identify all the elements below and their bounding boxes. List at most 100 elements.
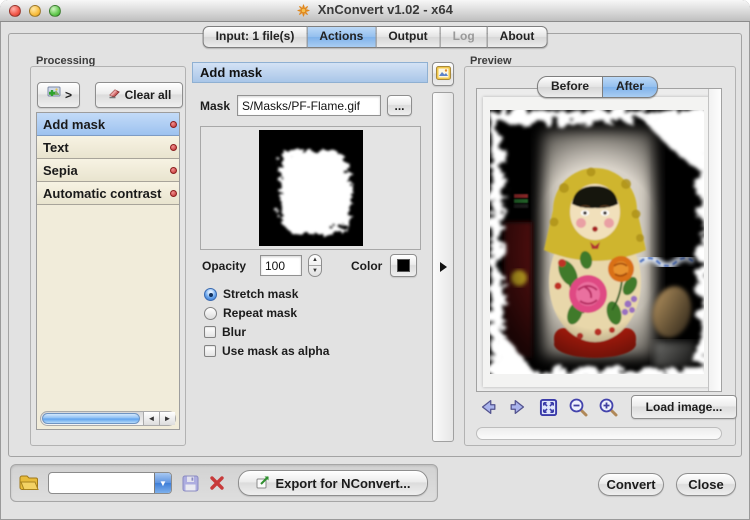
preview-horizontal-scrollbar[interactable] [476, 427, 722, 440]
checkbox-blur[interactable] [204, 326, 216, 338]
preview-image-matte [483, 97, 710, 387]
open-script-button[interactable] [19, 475, 39, 491]
delete-icon [210, 476, 224, 490]
zoom-out-button[interactable] [567, 396, 589, 418]
convert-label: Convert [606, 477, 656, 492]
radio-stretch-mask[interactable] [204, 287, 217, 301]
opacity-label: Opacity [202, 259, 247, 273]
show-image-button[interactable] [432, 62, 454, 86]
mask-preview-frame [200, 126, 421, 250]
list-item-label: Text [43, 139, 69, 155]
list-horizontal-scrollbar[interactable]: ◄ ► [40, 411, 176, 426]
color-label: Color [351, 259, 383, 273]
title-bar: XnConvert v1.02 - x64 [0, 0, 750, 22]
zoom-in-button[interactable] [597, 396, 619, 418]
color-swatch [397, 259, 410, 272]
app-icon [297, 3, 311, 20]
zoom-out-icon [569, 398, 588, 417]
browse-label: ... [394, 98, 405, 113]
export-label: Export for NConvert... [275, 475, 411, 491]
stepper-down-button[interactable]: ▼ [309, 266, 321, 276]
folder-open-icon [19, 475, 39, 490]
next-image-button[interactable] [507, 396, 529, 418]
tab-after[interactable]: After [603, 76, 659, 98]
preview-vertical-scrollbar[interactable] [708, 89, 721, 391]
before-after-tabs: Before After [537, 76, 659, 98]
remove-action-icon[interactable] [170, 121, 177, 128]
clear-all-button[interactable]: Clear all [95, 82, 183, 108]
close-label: Close [688, 477, 724, 492]
tab-before[interactable]: Before [537, 76, 604, 98]
opacity-stepper: ▲ ▼ [308, 254, 322, 277]
option-label: Blur [222, 325, 246, 339]
scroll-left-button[interactable]: ◄ [143, 412, 159, 425]
processing-list: Add mask Text Sepia Automatic contrast ◄… [36, 112, 180, 430]
scroll-right-button[interactable]: ► [159, 412, 175, 425]
list-item-sepia[interactable]: Sepia [37, 159, 179, 182]
load-image-button[interactable]: Load image... [631, 395, 737, 419]
window-title-text: XnConvert v1.02 - x64 [317, 1, 453, 17]
load-image-label: Load image... [645, 400, 723, 414]
list-item-label: Automatic contrast [43, 185, 162, 201]
action-panel-header: Add mask [192, 62, 428, 83]
export-icon [255, 474, 271, 493]
action-panel-title: Add mask [200, 65, 263, 80]
list-item-add-mask[interactable]: Add mask [37, 113, 179, 136]
tab-input[interactable]: Input: 1 file(s) [202, 26, 308, 48]
option-repeat-mask[interactable]: Repeat mask [204, 305, 297, 321]
save-icon [182, 475, 199, 491]
convert-button[interactable]: Convert [598, 473, 664, 496]
export-nconvert-button[interactable]: Export for NConvert... [238, 470, 428, 496]
option-label: Repeat mask [223, 306, 298, 320]
remove-action-icon[interactable] [170, 190, 177, 197]
add-action-button[interactable]: > [37, 82, 80, 108]
mask-thumbnail [258, 130, 363, 246]
script-combobox[interactable]: ▼ [48, 472, 172, 494]
radio-repeat-mask[interactable] [204, 306, 217, 320]
combo-dropdown-button[interactable]: ▼ [154, 473, 171, 493]
list-item-automatic-contrast[interactable]: Automatic contrast [37, 182, 179, 205]
mask-path-input[interactable] [237, 95, 381, 116]
script-name-input[interactable] [49, 473, 154, 493]
main-tab-bar: Input: 1 file(s) Actions Output Log Abou… [202, 26, 548, 48]
chevron-right-icon [439, 262, 447, 272]
fit-to-window-icon [539, 398, 557, 416]
checkbox-use-mask-as-alpha[interactable] [204, 345, 216, 357]
preview-scroll-area[interactable] [476, 88, 722, 392]
clear-all-label: Clear all [124, 88, 172, 102]
option-label: Use mask as alpha [222, 344, 330, 358]
list-item-text[interactable]: Text [37, 136, 179, 159]
close-button[interactable]: Close [676, 473, 736, 496]
list-item-label: Sepia [43, 162, 78, 178]
opacity-input[interactable] [260, 255, 302, 276]
eraser-icon [107, 87, 121, 103]
option-use-mask-as-alpha[interactable]: Use mask as alpha [204, 343, 329, 359]
tab-about[interactable]: About [487, 26, 548, 48]
fit-to-window-button[interactable] [537, 396, 559, 418]
mask-browse-button[interactable]: ... [387, 95, 412, 116]
mask-label: Mask [200, 99, 231, 113]
option-label: Stretch mask [223, 287, 299, 301]
zoom-in-icon [599, 398, 618, 417]
preview-image-after [485, 105, 709, 379]
remove-action-icon[interactable] [170, 167, 177, 174]
save-script-button[interactable] [182, 475, 199, 492]
remove-action-icon[interactable] [170, 144, 177, 151]
picture-icon [435, 65, 451, 83]
arrow-right-icon [510, 400, 525, 414]
color-well[interactable] [390, 254, 417, 277]
add-action-label: > [64, 88, 72, 102]
tab-log[interactable]: Log [440, 26, 488, 48]
scrollbar-thumb[interactable] [42, 413, 140, 424]
arrow-left-icon [481, 400, 496, 414]
collapse-panel-button[interactable] [432, 92, 454, 442]
previous-image-button[interactable] [477, 396, 499, 418]
tab-actions[interactable]: Actions [307, 26, 377, 48]
option-stretch-mask[interactable]: Stretch mask [204, 286, 298, 302]
list-item-label: Add mask [43, 116, 106, 132]
tab-output[interactable]: Output [376, 26, 441, 48]
window-title: XnConvert v1.02 - x64 [0, 2, 750, 20]
option-blur[interactable]: Blur [204, 324, 246, 340]
stepper-up-button[interactable]: ▲ [309, 255, 321, 266]
delete-script-button[interactable] [209, 475, 225, 491]
